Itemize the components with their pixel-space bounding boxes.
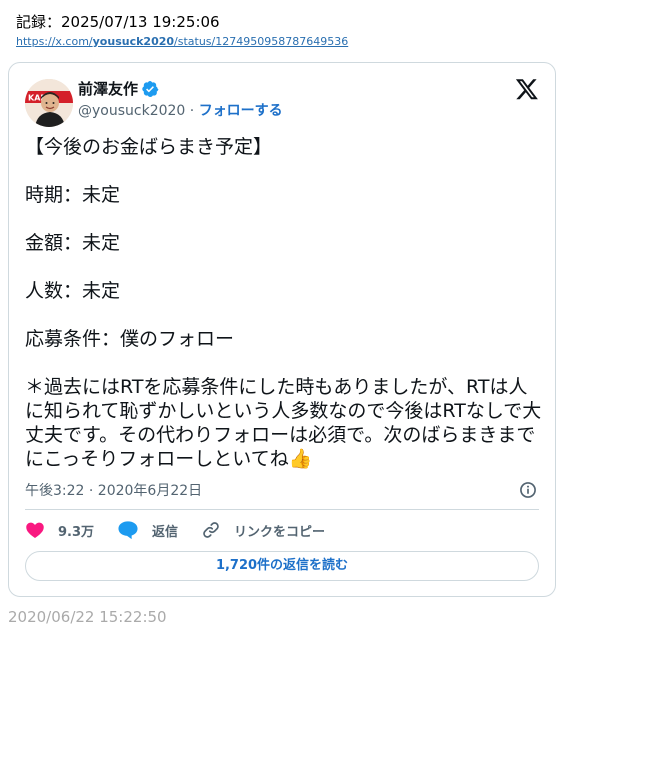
link-icon (203, 522, 219, 538)
handle-row: @yousuck2020 · フォローする (78, 100, 283, 120)
tweet-text: 【今後のお金ばらまき予定】 時期：未定 金額：未定 人数：未定 応募条件：僕のフ… (25, 136, 542, 470)
reply-label: 返信 (152, 524, 179, 540)
url-user: yousuck2020 (92, 35, 175, 48)
like-button[interactable]: 9.3万 (25, 520, 94, 540)
avatar-image: KABU (25, 79, 73, 127)
avatar[interactable]: KABU (25, 79, 73, 127)
archived-date: 2020/06/22 15:22:50 (8, 608, 167, 626)
copy-link-label: リンクをコピー (234, 524, 326, 540)
author-name-row[interactable]: 前澤友作 (78, 78, 159, 99)
heart-icon (26, 522, 44, 538)
handle-separator: · (185, 103, 199, 119)
tweet-card: KABU 前澤友作 @yousuck2020 · フォローする 【今後のお金ばら… (8, 62, 556, 597)
url-prefix: https://x.com/ (16, 35, 93, 48)
read-replies-button[interactable]: 1,720件の返信を読む (25, 551, 539, 581)
divider (25, 509, 539, 510)
author-name: 前澤友作 (78, 80, 139, 98)
author-handle[interactable]: @yousuck2020 (78, 103, 185, 119)
x-logo-icon[interactable] (515, 77, 539, 101)
record-timestamp: 記録：2025/07/13 19:25:06 (16, 13, 220, 31)
url-suffix: /status/1274950958787649536 (174, 35, 349, 48)
verified-badge-icon (142, 80, 159, 97)
speech-bubble-icon (118, 521, 138, 540)
source-url-link[interactable]: https://x.com/yousuck2020/status/1274950… (16, 35, 348, 48)
copy-link-button[interactable]: リンクをコピー (201, 520, 325, 540)
tweet-timestamp[interactable]: 午後3:22 · 2020年6月22日 (25, 480, 202, 500)
action-bar: 9.3万 返信 リンクをコピー (25, 519, 348, 541)
reply-button[interactable]: 返信 (117, 520, 178, 540)
like-count: 9.3万 (58, 524, 95, 540)
follow-button[interactable]: フォローする (199, 103, 283, 119)
info-icon[interactable] (518, 480, 538, 500)
